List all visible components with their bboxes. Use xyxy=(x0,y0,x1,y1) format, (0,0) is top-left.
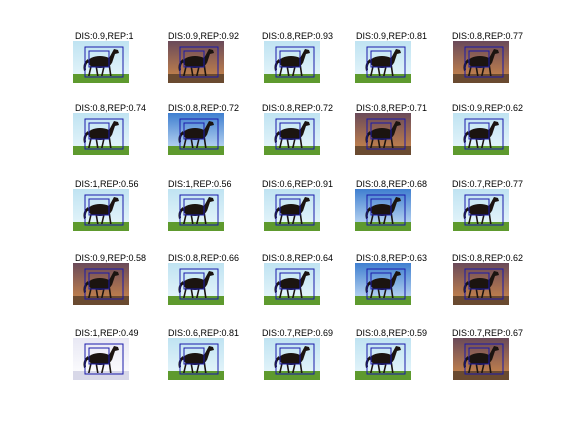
horse-thumbnail xyxy=(168,189,224,231)
horse-thumbnail xyxy=(264,263,320,305)
ground xyxy=(453,371,509,380)
horse-thumbnail xyxy=(168,338,224,380)
ground xyxy=(264,146,320,155)
panel-label: DIS:1,REP:0.56 xyxy=(168,179,232,189)
ground xyxy=(264,74,320,83)
horse-thumbnail xyxy=(73,263,129,305)
ground xyxy=(168,74,224,83)
horse-thumbnail xyxy=(453,263,509,305)
panel-label: DIS:0.9,REP:1 xyxy=(75,31,134,41)
horse-thumbnail xyxy=(73,189,129,231)
panel-label: DIS:0.8,REP:0.68 xyxy=(356,179,428,189)
ground xyxy=(355,371,411,380)
ground xyxy=(355,296,411,305)
panel-label: DIS:0.7,REP:0.77 xyxy=(452,179,524,189)
ground xyxy=(73,74,129,83)
horse-thumbnail xyxy=(264,338,320,380)
panel-label: DIS:0.8,REP:0.74 xyxy=(75,103,147,113)
ground xyxy=(264,371,320,380)
ground xyxy=(453,222,509,231)
ground xyxy=(264,296,320,305)
panel-label: DIS:0.8,REP:0.77 xyxy=(452,31,524,41)
horse-thumbnail xyxy=(355,263,411,305)
horse-thumbnail xyxy=(264,113,320,155)
ground xyxy=(355,146,411,155)
panel-label: DIS:0.9,REP:0.58 xyxy=(75,253,147,263)
panel-label: DIS:0.7,REP:0.67 xyxy=(452,328,524,338)
horse-thumbnail xyxy=(264,41,320,83)
horse-thumbnail xyxy=(453,113,509,155)
panel-label: DIS:0.8,REP:0.64 xyxy=(262,253,334,263)
panel-label: DIS:0.8,REP:0.59 xyxy=(356,328,428,338)
panel-label: DIS:0.8,REP:0.62 xyxy=(452,253,524,263)
horse-thumbnail xyxy=(355,113,411,155)
panel-label: DIS:0.8,REP:0.72 xyxy=(168,103,240,113)
ground xyxy=(73,146,129,155)
ground xyxy=(168,222,224,231)
ground xyxy=(168,296,224,305)
horse-thumbnail xyxy=(73,338,129,380)
ground xyxy=(168,371,224,380)
ground xyxy=(355,74,411,83)
panel-label: DIS:0.8,REP:0.93 xyxy=(262,31,334,41)
horse-thumbnail xyxy=(73,41,129,83)
horse-thumbnail xyxy=(168,263,224,305)
horse-thumbnail xyxy=(168,41,224,83)
ground xyxy=(453,296,509,305)
ground xyxy=(453,74,509,83)
horse-thumbnail xyxy=(453,41,509,83)
horse-thumbnail xyxy=(168,113,224,155)
panel-label: DIS:0.8,REP:0.72 xyxy=(262,103,334,113)
horse-thumbnail xyxy=(264,189,320,231)
horse-thumbnail xyxy=(73,113,129,155)
ground xyxy=(168,146,224,155)
panel-label: DIS:0.8,REP:0.66 xyxy=(168,253,240,263)
panel-label: DIS:1,REP:0.56 xyxy=(75,179,139,189)
panel-label: DIS:0.9,REP:0.92 xyxy=(168,31,240,41)
ground xyxy=(264,222,320,231)
panel-label: DIS:0.8,REP:0.71 xyxy=(356,103,428,113)
panel-label: DIS:0.6,REP:0.81 xyxy=(168,328,240,338)
panel-label: DIS:1,REP:0.49 xyxy=(75,328,139,338)
horse-thumbnail xyxy=(355,338,411,380)
horse-thumbnail xyxy=(355,41,411,83)
panel-label: DIS:0.7,REP:0.69 xyxy=(262,328,334,338)
panel-label: DIS:0.6,REP:0.91 xyxy=(262,179,334,189)
ground xyxy=(355,222,411,231)
ground xyxy=(453,146,509,155)
panel-label: DIS:0.8,REP:0.63 xyxy=(356,253,428,263)
horse-detection-grid: DIS:0.9,REP:1 DIS:0.9,REP:0.92 DIS:0.8,REP… xyxy=(0,0,576,432)
panel-label: DIS:0.9,REP:0.62 xyxy=(452,103,524,113)
ground xyxy=(73,222,129,231)
panel-label: DIS:0.9,REP:0.81 xyxy=(356,31,428,41)
horse-thumbnail xyxy=(355,189,411,231)
horse-thumbnail xyxy=(453,338,509,380)
horse-thumbnail xyxy=(453,189,509,231)
ground xyxy=(73,296,129,305)
ground xyxy=(73,371,129,380)
